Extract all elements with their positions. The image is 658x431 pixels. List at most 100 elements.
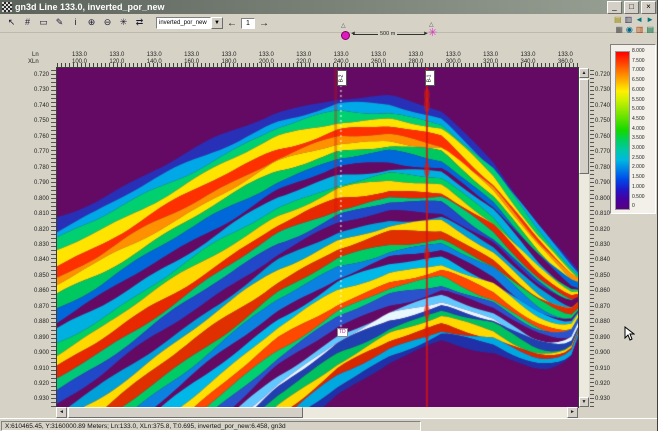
- refresh-tool[interactable]: ✳: [116, 16, 131, 30]
- swap-view-tool[interactable]: ⇄: [132, 16, 147, 30]
- well-flag-right[interactable]: B-1: [425, 70, 435, 86]
- toolbar: ↖#▭✎i⊕⊖✳⇄ inverted_por_new ▼ ← 1 →: [0, 14, 658, 33]
- colorbar-tick-label: 4.500: [632, 117, 645, 122]
- colorbar-tick-label: 6.000: [632, 88, 645, 93]
- open-icon[interactable]: ▤: [614, 15, 622, 24]
- info-tool[interactable]: i: [68, 16, 83, 30]
- colorbar-tick-label: 5.000: [632, 107, 645, 112]
- time-tick-label: 0.790: [26, 180, 49, 186]
- select-tool[interactable]: ↖: [4, 16, 19, 30]
- xln-axis-header: XLn: [28, 59, 39, 65]
- time-tick-label: 0.840: [26, 257, 49, 263]
- scroll-left-icon[interactable]: ◄: [56, 407, 67, 418]
- right-axis-ticks: [590, 68, 594, 407]
- ln-tick-label: 133.0: [259, 52, 274, 58]
- td-marker: TD: [337, 328, 348, 337]
- time-tick-label: 0.750: [26, 118, 49, 124]
- maximize-button[interactable]: □: [624, 1, 639, 14]
- ln-tick-label: 133.0: [558, 52, 573, 58]
- time-tick-label: 0.780: [26, 165, 49, 171]
- time-tick-label: 0.920: [26, 381, 49, 387]
- layer-dropdown[interactable]: inverted_por_new ▼: [156, 17, 223, 29]
- ln-tick-label: 133.0: [371, 52, 386, 58]
- time-tick-label: 0.860: [595, 288, 617, 294]
- layers-icon[interactable]: ▤: [646, 25, 654, 34]
- right-toolbar-row1: ▤▥◄►: [614, 15, 654, 24]
- prev-line-button[interactable]: ←: [227, 18, 237, 29]
- app-window: gn3d Line 133.0, inverted_por_new _ □ × …: [0, 0, 658, 431]
- vertical-scroll-thumb[interactable]: [579, 79, 589, 174]
- step-back-icon[interactable]: ◄: [635, 15, 643, 24]
- time-tick-label: 0.880: [595, 319, 617, 325]
- app-icon: [2, 2, 12, 12]
- seismic-section-view[interactable]: [57, 68, 578, 407]
- tool-button-group: ↖#▭✎i⊕⊖✳⇄: [4, 16, 148, 30]
- colorbar-tick-label: 5.500: [632, 98, 645, 103]
- scroll-down-icon[interactable]: ▼: [579, 397, 589, 407]
- colorbar-panel: 8.0007.5007.0006.5006.0005.5005.0004.500…: [610, 44, 656, 214]
- ln-tick-label: 133.0: [296, 52, 311, 58]
- colorbar-tick-label: 3.500: [632, 136, 645, 141]
- step-forward-icon[interactable]: ►: [646, 15, 654, 24]
- colorbar-tick-label: 2.000: [632, 165, 645, 170]
- ln-tick-label: 133.0: [109, 52, 124, 58]
- time-tick-label: 0.870: [26, 304, 49, 310]
- well-location-star-icon[interactable]: ✳: [428, 28, 437, 38]
- colorbar-tick-label: 0.500: [632, 195, 645, 200]
- zoom-in-tool[interactable]: ⊕: [84, 16, 99, 30]
- colorbar-tick-label: 3.000: [632, 146, 645, 151]
- layer-dropdown-value[interactable]: inverted_por_new: [156, 17, 211, 29]
- colorbar-tick-label: 1.000: [632, 185, 645, 190]
- time-tick-label: 0.820: [595, 227, 617, 233]
- time-tick-label: 0.910: [26, 366, 49, 372]
- view-icon[interactable]: ◉: [626, 25, 633, 34]
- ln-tick-label: 133.0: [184, 52, 199, 58]
- time-tick-label: 0.730: [26, 87, 49, 93]
- colorbar-tick-label: 7.500: [632, 59, 645, 64]
- save-icon[interactable]: ▥: [625, 15, 633, 24]
- ln-axis-values: 133.0 133.0 133.0 133.0 133.0 133.0 133.0 133.0…: [72, 52, 573, 58]
- title-bar[interactable]: gn3d Line 133.0, inverted_por_new _ □ ×: [0, 0, 658, 14]
- zoom-out-tool[interactable]: ⊖: [100, 16, 115, 30]
- ln-tick-label: 133.0: [334, 52, 349, 58]
- right-toolbar-row2: ▦◉▥▤: [615, 25, 654, 34]
- left-axis-ticks: [51, 68, 56, 407]
- pick-tool[interactable]: ✎: [52, 16, 67, 30]
- close-button[interactable]: ×: [641, 1, 656, 14]
- snapshot-icon[interactable]: ▦: [615, 25, 623, 34]
- time-tick-label: 0.720: [26, 72, 49, 78]
- time-tick-label: 0.830: [26, 242, 49, 248]
- ln-tick-label: 133.0: [521, 52, 536, 58]
- ln-tick-label: 133.0: [72, 52, 87, 58]
- time-tick-label: 0.900: [595, 350, 617, 356]
- time-tick-label: 0.920: [595, 381, 617, 387]
- colorbar-gradient: [615, 51, 630, 210]
- chevron-down-icon[interactable]: ▼: [211, 17, 223, 29]
- time-tick-label: 0.800: [26, 196, 49, 202]
- snap-tool[interactable]: #: [20, 16, 35, 30]
- minimize-button[interactable]: _: [607, 1, 622, 14]
- scroll-up-icon[interactable]: ▲: [579, 68, 589, 78]
- scroll-right-icon[interactable]: ►: [567, 407, 578, 418]
- ln-tick-label: 133.0: [222, 52, 237, 58]
- mouse-cursor: [624, 326, 635, 342]
- colorbar-tick-label: 4.000: [632, 127, 645, 132]
- time-tick-label: 0.930: [595, 396, 617, 402]
- arrow-left-icon: ◄: [350, 31, 356, 37]
- erase-tool[interactable]: ▭: [36, 16, 51, 30]
- line-step-input[interactable]: 1: [241, 18, 255, 29]
- arrow-right-icon: ►: [423, 31, 429, 37]
- colorbar-tick-label: 8.000: [632, 49, 645, 54]
- time-axis-left: 0.7200.7300.7400.7500.7600.7700.7800.790…: [26, 68, 49, 407]
- time-tick-label: 0.900: [26, 350, 49, 356]
- well-location-dot-icon[interactable]: [341, 31, 350, 40]
- time-tick-label: 0.850: [595, 273, 617, 279]
- time-tick-label: 0.890: [595, 335, 617, 341]
- well-flag-left[interactable]: B-2: [337, 70, 347, 86]
- colorbar-tick-label: 1.500: [632, 175, 645, 180]
- next-line-button[interactable]: →: [259, 18, 269, 29]
- time-tick-label: 0.840: [595, 257, 617, 263]
- window-title: gn3d Line 133.0, inverted_por_new: [15, 2, 165, 12]
- horizontal-scroll-thumb[interactable]: [68, 407, 303, 418]
- palette-icon[interactable]: ▥: [636, 25, 644, 34]
